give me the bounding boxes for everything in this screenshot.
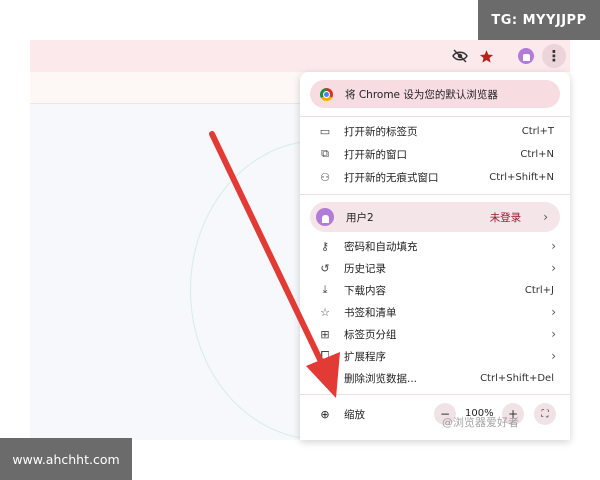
chevron-right-icon: › — [543, 210, 548, 224]
menu-item-new-tab[interactable]: ▭ 打开新的标签页 Ctrl+T — [300, 120, 570, 142]
menu-item-history[interactable]: ↺ 历史记录 › — [300, 257, 570, 279]
user-avatar-icon — [316, 208, 334, 226]
history-icon: ↺ — [320, 261, 330, 275]
zoom-label: 缩放 — [344, 408, 365, 421]
menu-item-clear-browsing-data[interactable]: 🗑 删除浏览数据... Ctrl+Shift+Del — [300, 367, 570, 389]
bookmarks-bar — [30, 72, 320, 104]
menu-item-passwords[interactable]: ⚷ 密码和自动填充 › — [300, 235, 570, 257]
tg-badge: TG: MYYJJPP — [478, 0, 600, 40]
chevron-right-icon: › — [551, 305, 556, 319]
menu-item-extensions[interactable]: ⧠ 扩展程序 › — [300, 345, 570, 367]
user-sign-in-status: 未登录 — [489, 211, 522, 224]
star-icon[interactable] — [476, 46, 496, 66]
user-name: 用户2 — [346, 211, 374, 224]
menu-divider — [300, 394, 570, 395]
chevron-right-icon: › — [551, 239, 556, 253]
profile-avatar-icon[interactable] — [516, 46, 536, 66]
menu-item-downloads[interactable]: ⤓ 下载内容 Ctrl+J — [300, 279, 570, 301]
screenshot-page: ⋮ 将 Chrome 设为您的默认浏览器 ▭ 打开新的标签页 Ctrl+T ⧉ … — [0, 0, 600, 480]
watermark-text: @浏览器爱好者 — [442, 416, 519, 429]
chevron-right-icon: › — [551, 349, 556, 363]
new-window-icon: ⧉ — [321, 147, 329, 160]
chrome-logo-icon — [320, 87, 333, 101]
chevron-right-icon: › — [551, 327, 556, 341]
chrome-main-menu: 将 Chrome 设为您的默认浏览器 ▭ 打开新的标签页 Ctrl+T ⧉ 打开… — [300, 72, 570, 440]
menu-item-new-window[interactable]: ⧉ 打开新的窗口 Ctrl+N — [300, 143, 570, 165]
download-icon: ⤓ — [322, 283, 328, 296]
menu-item-tab-groups[interactable]: ⊞ 标签页分组 › — [300, 323, 570, 345]
kebab-menu-icon[interactable]: ⋮ — [542, 44, 566, 68]
menu-divider — [300, 194, 570, 195]
site-url-badge: www.ahchht.com — [0, 438, 132, 480]
incognito-icon: ⚇ — [320, 170, 330, 184]
menu-item-incognito[interactable]: ⚇ 打开新的无痕式窗口 Ctrl+Shift+N — [300, 166, 570, 188]
menu-item-user-profile[interactable]: 用户2 未登录 › — [310, 202, 560, 232]
fullscreen-icon[interactable]: ⛶ — [534, 403, 556, 425]
zoom-icon: ⊕ — [320, 407, 330, 421]
grid-icon: ⊞ — [320, 327, 330, 341]
puzzle-icon: ⧠ — [320, 349, 330, 362]
key-icon: ⚷ — [320, 239, 330, 253]
set-default-browser-banner[interactable]: 将 Chrome 设为您的默认浏览器 — [310, 80, 560, 108]
star-outline-icon: ☆ — [320, 305, 330, 319]
default-banner-label: 将 Chrome 设为您的默认浏览器 — [345, 88, 498, 101]
chevron-right-icon: › — [551, 261, 556, 275]
eye-off-icon[interactable] — [450, 46, 470, 66]
new-tab-icon: ▭ — [319, 124, 331, 138]
trash-icon: 🗑 — [318, 371, 332, 385]
menu-divider — [300, 116, 570, 117]
menu-item-bookmarks[interactable]: ☆ 书签和清单 › — [300, 301, 570, 323]
